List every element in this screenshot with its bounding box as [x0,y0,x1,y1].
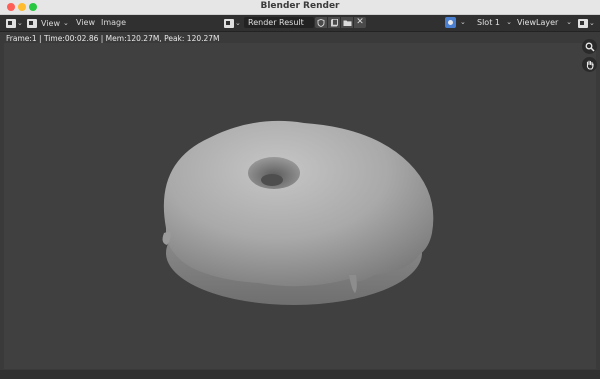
render-viewport[interactable] [4,39,597,369]
menu-image[interactable]: Image [101,18,126,27]
chevron-down-icon[interactable]: ⌄ [460,18,466,26]
menu-view[interactable]: View [76,18,95,27]
unlink-image-button[interactable]: ✕ [354,17,366,28]
open-image-button[interactable] [341,17,354,28]
blender-render-window: Blender Render ⌄ View ⌄ View Image ⌄ Ren… [0,0,600,379]
hand-icon [586,60,594,70]
view-mode-label: View [41,18,60,28]
bottom-edge [0,370,600,379]
editor-type-selector[interactable]: ⌄ [6,17,23,29]
image-editor-icon [6,18,16,28]
image-datablock-buttons: ✕ [315,17,366,28]
window-title: Blender Render [260,1,340,11]
slot-label: Slot 1 [477,18,500,27]
browse-image-button[interactable]: ⌄ [224,17,241,29]
display-channels-button[interactable] [445,17,456,28]
fake-user-button[interactable] [315,17,328,28]
zoom-button[interactable] [582,39,597,54]
image-name-field[interactable]: Render Result [244,17,314,28]
chevron-down-icon: ⌄ [62,19,69,27]
chevron-down-icon: ⌄ [566,18,572,26]
zoom-icon [585,42,595,52]
display-channels-icon [448,20,453,25]
close-icon: ✕ [356,17,364,27]
new-image-button[interactable] [328,17,341,28]
image-mode-icon [27,18,37,28]
chevron-down-icon: ⌄ [506,18,512,26]
gizmo-toggle-icon [578,18,588,28]
render-image [162,120,434,305]
chevron-down-icon: ⌄ [17,19,23,27]
view-layer-label: ViewLayer [517,18,559,27]
new-image-icon [331,18,338,26]
image-editor-header: ⌄ View ⌄ View Image ⌄ Render Result ✕ ⌄ … [0,15,600,32]
pan-button[interactable] [582,57,597,72]
render-status-text: Frame:1 | Time:00:02.86 | Mem:120.27M, P… [6,34,220,43]
chevron-down-icon: ⌄ [235,19,241,27]
folder-icon [343,20,351,26]
view-mode-selector[interactable]: View ⌄ [27,17,69,29]
title-bar: Blender Render [0,0,600,15]
chevron-down-icon: ⌄ [589,19,595,27]
browse-image-icon [224,18,234,28]
gizmo-toggle-button[interactable]: ⌄ [578,17,595,29]
slot-selector[interactable]: Slot 1 ⌄ [474,17,514,28]
view-layer-selector[interactable]: ViewLayer ⌄ [514,17,574,28]
shield-icon [317,18,325,27]
